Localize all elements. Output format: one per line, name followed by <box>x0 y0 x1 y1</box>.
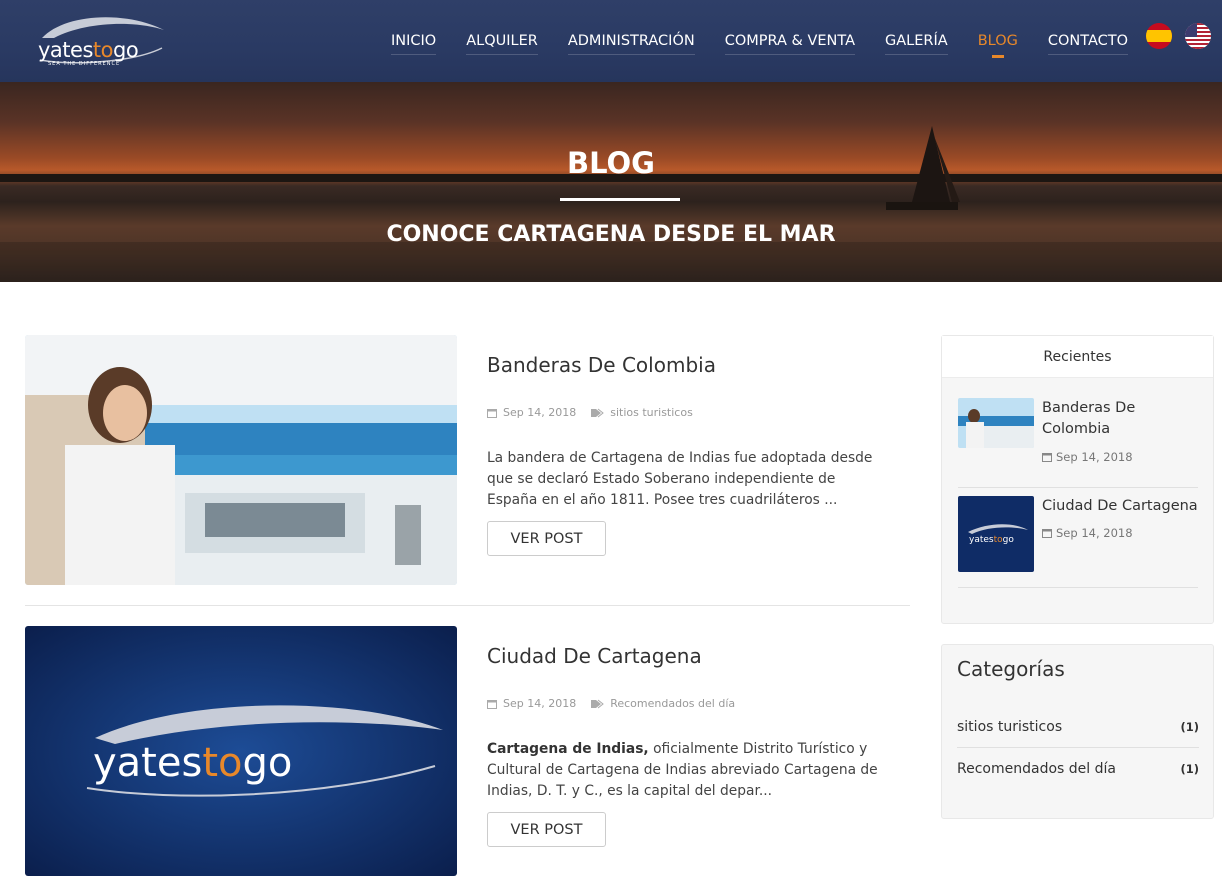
post-date: Sep 14, 2018 <box>503 406 577 419</box>
categories-widget: Categorías sitios turisticos (1) Recomen… <box>941 644 1214 819</box>
post-category[interactable]: Recomendados del día <box>610 697 735 710</box>
site-logo[interactable]: yatestogo SEA THE DIFFERENCE <box>34 8 170 68</box>
calendar-icon <box>487 699 497 709</box>
svg-text:yatestogo: yatestogo <box>969 535 1014 545</box>
recent-date: Sep 14, 2018 <box>1042 450 1133 464</box>
main-nav: INICIO ALQUILER ADMINISTRACIÓN COMPRA & … <box>380 0 1129 82</box>
post-title[interactable]: Banderas De Colombia <box>487 353 716 377</box>
nav-inicio[interactable]: INICIO <box>391 0 437 82</box>
post-category[interactable]: sitios turisticos <box>610 406 693 419</box>
calendar-icon <box>1042 453 1052 462</box>
post-date: Sep 14, 2018 <box>503 697 577 710</box>
post-image-cartagena[interactable]: yatestogo <box>25 626 457 876</box>
ver-post-button[interactable]: VER POST <box>487 812 606 847</box>
nav-compra-venta[interactable]: COMPRA & VENTA <box>724 0 856 82</box>
category-item[interactable]: Recomendados del día (1) <box>957 748 1199 789</box>
nav-galeria[interactable]: GALERÍA <box>885 0 948 82</box>
post-excerpt: Cartagena de Indias, oficialmente Distri… <box>487 739 887 802</box>
svg-text:yatestogo: yatestogo <box>93 740 292 786</box>
nav-contacto[interactable]: CONTACTO <box>1047 0 1129 82</box>
category-item[interactable]: sitios turisticos (1) <box>957 707 1199 748</box>
recent-title[interactable]: Banderas De Colombia <box>1042 398 1202 440</box>
recent-posts-widget: Recientes Banderas De Colombia Sep 14, 2… <box>941 335 1214 624</box>
spain-flag-icon[interactable] <box>1146 23 1172 49</box>
recent-item[interactable]: yatestogo Ciudad De Cartagena Sep 14, 20… <box>958 496 1198 588</box>
recent-item[interactable]: Banderas De Colombia Sep 14, 2018 <box>958 398 1198 488</box>
recent-date: Sep 14, 2018 <box>1042 526 1133 540</box>
sailboat-silhouette-icon <box>0 126 1222 282</box>
post-meta: Sep 14, 2018 Recomendados del día <box>487 697 735 710</box>
recent-thumb[interactable]: yatestogo <box>958 496 1034 572</box>
tags-icon <box>591 699 605 708</box>
logo-tagline: SEA THE DIFFERENCE <box>48 61 121 67</box>
categories-heading: Categorías <box>957 657 1065 681</box>
post-excerpt-bold: Cartagena de Indias, <box>487 741 649 757</box>
page-title: BLOG <box>566 146 655 180</box>
category-count: (1) <box>1180 720 1199 734</box>
post-divider <box>25 605 910 606</box>
calendar-icon <box>1042 529 1052 538</box>
post-excerpt: La bandera de Cartagena de Indias fue ad… <box>487 450 873 508</box>
category-count: (1) <box>1180 761 1199 776</box>
recent-thumb[interactable] <box>958 398 1034 448</box>
title-underline <box>560 198 680 201</box>
page-subtitle: CONOCE CARTAGENA DESDE EL MAR <box>386 222 836 247</box>
recent-date-text: Sep 14, 2018 <box>1056 526 1133 540</box>
site-header: yatestogo SEA THE DIFFERENCE INICIO ALQU… <box>0 0 1222 82</box>
nav-administracion[interactable]: ADMINISTRACIÓN <box>567 0 695 82</box>
nav-alquiler[interactable]: ALQUILER <box>466 0 538 82</box>
ver-post-button[interactable]: VER POST <box>487 521 606 556</box>
nav-blog[interactable]: BLOG <box>978 0 1018 82</box>
logo-wordmark: yatestogo <box>38 38 139 62</box>
recent-date-text: Sep 14, 2018 <box>1056 450 1133 464</box>
post-meta: Sep 14, 2018 sitios turisticos <box>487 406 693 419</box>
tags-icon <box>591 408 605 417</box>
post-title[interactable]: Ciudad De Cartagena <box>487 644 702 668</box>
category-name[interactable]: sitios turisticos <box>957 719 1062 735</box>
recent-heading: Recientes <box>942 336 1213 378</box>
usa-flag-icon[interactable] <box>1185 23 1211 49</box>
hero-banner: BLOG CONOCE CARTAGENA DESDE EL MAR <box>0 82 1222 282</box>
recent-title[interactable]: Ciudad De Cartagena <box>1042 496 1202 517</box>
post-image-banderas[interactable] <box>25 335 457 585</box>
category-name[interactable]: Recomendados del día <box>957 761 1116 777</box>
calendar-icon <box>487 408 497 418</box>
